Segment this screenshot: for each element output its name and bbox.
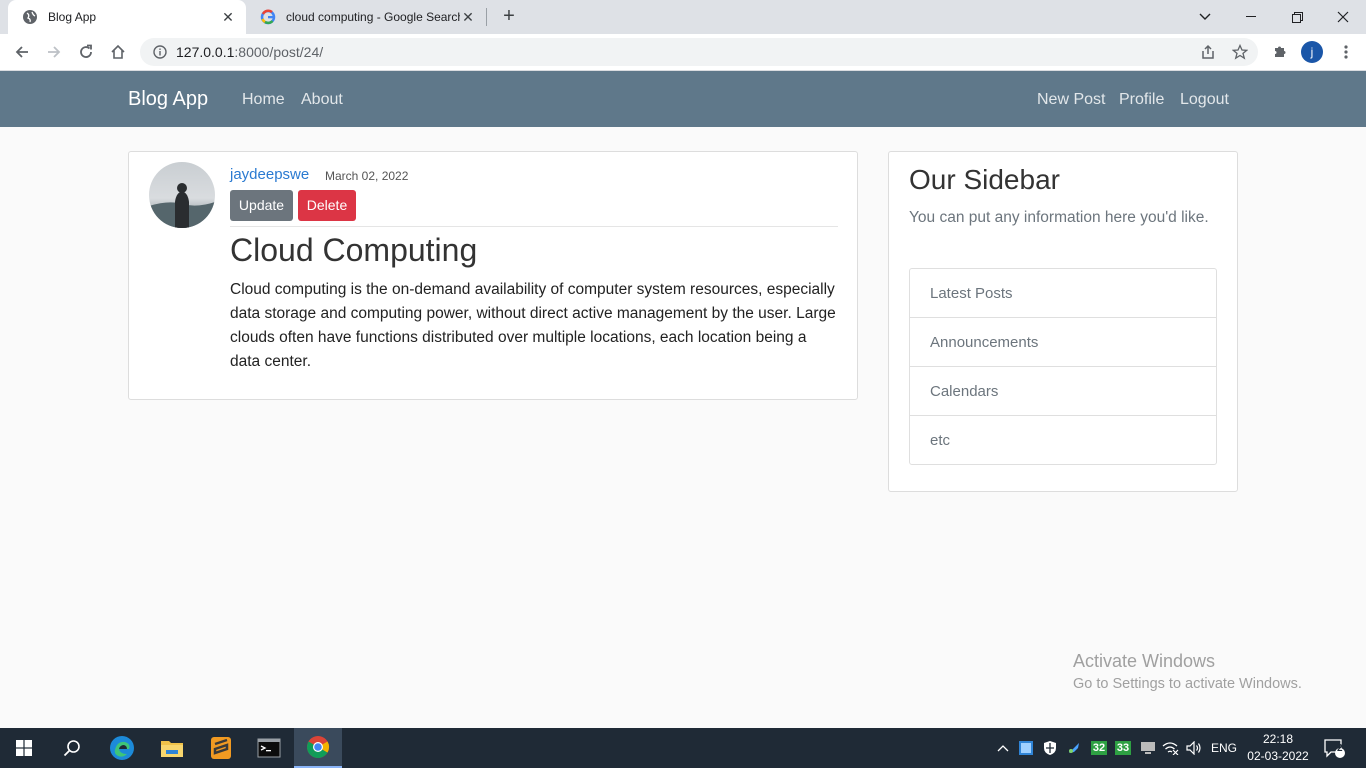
brand-link[interactable]: Blog App (128, 88, 208, 111)
sublime-text-icon[interactable] (197, 728, 245, 768)
delete-button[interactable]: Delete (298, 190, 356, 221)
update-button[interactable]: Update (230, 190, 293, 221)
language-indicator[interactable]: ENG (1208, 728, 1240, 768)
nav-about-link[interactable]: About (301, 91, 343, 109)
reload-icon[interactable] (74, 40, 98, 64)
sidebar-text: You can put any information here you'd l… (909, 209, 1209, 226)
taskbar: 32 33 ENG 22:18 02-03-2022 2 (0, 728, 1366, 768)
nav-profile-link[interactable]: Profile (1119, 91, 1164, 109)
globe-icon (22, 9, 38, 25)
share-icon[interactable] (1196, 40, 1220, 64)
close-tab-icon[interactable]: ✕ (220, 9, 236, 26)
google-icon (260, 9, 276, 25)
browser-toolbar: 127.0.0.1:8000/post/24/ j (0, 34, 1366, 71)
clock[interactable]: 22:18 02-03-2022 (1244, 731, 1312, 765)
menu-kebab-icon[interactable] (1334, 40, 1358, 64)
display-icon[interactable] (1138, 728, 1158, 768)
network-icon[interactable] (1160, 728, 1180, 768)
bookmark-star-icon[interactable] (1228, 40, 1252, 64)
close-window-button[interactable] (1320, 0, 1366, 34)
chrome-icon[interactable] (294, 728, 342, 768)
author-link[interactable]: jaydeepswe (230, 166, 309, 183)
clock-date: 02-03-2022 (1247, 749, 1309, 763)
tray-app-icon[interactable] (1016, 728, 1036, 768)
divider (230, 226, 838, 227)
site-navbar: Blog App Home About New Post Profile Log… (0, 71, 1366, 127)
start-windows-icon[interactable] (0, 728, 48, 768)
notification-count: 2 (1337, 743, 1343, 754)
profile-avatar[interactable]: j (1301, 41, 1323, 63)
sidebar-item-latest-posts[interactable]: Latest Posts (910, 269, 1216, 318)
volume-icon[interactable] (1184, 728, 1204, 768)
post-card: jaydeepswe March 02, 2022 Update Delete … (128, 151, 858, 400)
restore-button[interactable] (1274, 0, 1320, 34)
chevron-up-icon[interactable] (994, 728, 1012, 768)
search-icon[interactable] (48, 728, 96, 768)
post-title: Cloud Computing (230, 232, 478, 268)
tab-title: cloud computing - Google Search (286, 10, 460, 24)
url-host: 127.0.0.1 (176, 44, 235, 60)
security-shield-icon[interactable] (1040, 728, 1060, 768)
sidebar: Our Sidebar You can put any information … (888, 151, 1238, 492)
info-icon[interactable] (152, 44, 168, 60)
sidebar-item-calendars[interactable]: Calendars (910, 367, 1216, 416)
tab-title: Blog App (48, 10, 97, 24)
browser-tab-strip: Blog App ✕ cloud computing - Google Sear… (0, 0, 1366, 34)
sidebar-item-etc[interactable]: etc (910, 416, 1216, 464)
post-body: Cloud computing is the on-demand availab… (230, 281, 836, 370)
tab-search-icon[interactable] (1182, 0, 1228, 34)
activation-watermark-title: Activate Windows (1073, 651, 1216, 671)
activation-watermark-text: Go to Settings to activate Windows. (1073, 676, 1302, 692)
minimize-button[interactable] (1228, 0, 1274, 34)
address-bar[interactable]: 127.0.0.1:8000/post/24/ (140, 38, 1258, 66)
close-tab-icon[interactable]: ✕ (460, 9, 476, 26)
edge-icon[interactable] (98, 728, 146, 768)
url-path: :8000/post/24/ (234, 44, 324, 60)
terminal-icon[interactable] (245, 728, 293, 768)
notification-icon[interactable]: 2 (1318, 728, 1350, 768)
tab-blog-app[interactable]: Blog App ✕ (8, 0, 246, 34)
sidebar-title: Our Sidebar (909, 164, 1060, 195)
nav-home-link[interactable]: Home (242, 91, 285, 109)
nav-new-post-link[interactable]: New Post (1037, 91, 1105, 109)
nav-logout-link[interactable]: Logout (1180, 91, 1229, 109)
clock-time: 22:18 (1262, 732, 1294, 746)
extensions-icon[interactable] (1268, 40, 1292, 64)
tray-badge-32[interactable]: 32 (1090, 728, 1108, 768)
post-date: March 02, 2022 (325, 169, 409, 183)
sidebar-list: Latest Posts Announcements Calendars etc (909, 268, 1217, 465)
tab-google-search[interactable]: cloud computing - Google Search ✕ (250, 0, 486, 34)
home-icon[interactable] (106, 40, 130, 64)
tab-separator (486, 8, 487, 26)
forward-icon[interactable] (42, 40, 66, 64)
tray-badge-33[interactable]: 33 (1114, 728, 1132, 768)
file-explorer-icon[interactable] (148, 728, 196, 768)
author-avatar (149, 162, 215, 228)
new-tab-button[interactable]: + (498, 5, 520, 27)
back-icon[interactable] (10, 40, 34, 64)
bluetooth-rocket-icon[interactable] (1064, 728, 1084, 768)
sidebar-item-announcements[interactable]: Announcements (910, 318, 1216, 367)
